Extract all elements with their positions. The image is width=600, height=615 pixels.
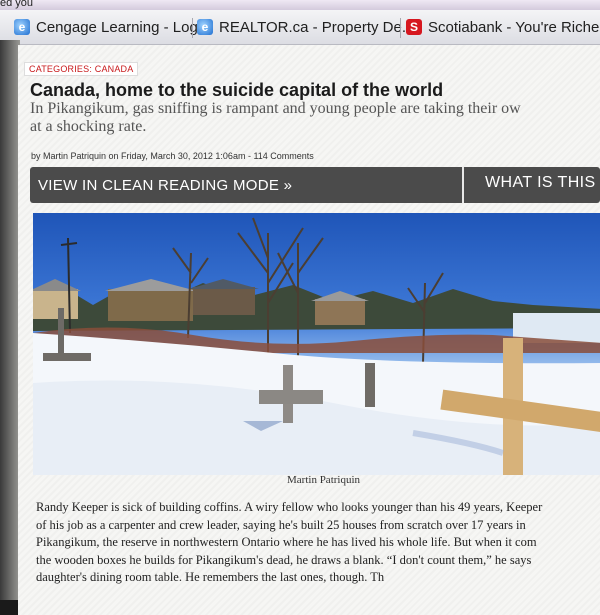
article-title: Canada, home to the suicide capital of t… (30, 80, 444, 100)
favorite-label: Cengage Learning - Login (36, 18, 210, 36)
reading-bar-divider (462, 167, 464, 203)
subtitle-line: at a shocking rate. (30, 118, 147, 135)
article-body: Randy Keeper is sick of building coffins… (36, 499, 600, 587)
scotiabank-icon: S (406, 19, 422, 35)
favorite-label: Scotiabank - You're Riche (428, 18, 600, 36)
article-subtitle: In Pikangikum, gas sniffing is rampant a… (30, 100, 600, 136)
favorites-separator (400, 18, 401, 38)
favorites-separator (192, 18, 193, 38)
monitor-bezel-edge (0, 40, 20, 600)
favorite-scotiabank[interactable]: S Scotiabank - You're Riche (406, 16, 599, 38)
favorite-label: REALTOR.ca - Property De... (219, 18, 415, 36)
article-byline: by Martin Patriquin on Friday, March 30,… (31, 151, 314, 161)
favorites-bar: e Cengage Learning - Login e REALTOR.ca … (0, 10, 600, 45)
reading-mode-bar: VIEW IN CLEAN READING MODE » WHAT IS THI… (30, 167, 600, 203)
body-line: of his job as a carpenter and crew leade… (36, 517, 526, 532)
category-badge[interactable]: CATEGORIES: CANADA (24, 62, 139, 76)
what-is-this-link[interactable]: WHAT IS THIS (485, 174, 596, 192)
ie-page-icon: e (197, 19, 213, 35)
body-line: the wooden boxes he builds for Pikangiku… (36, 552, 532, 567)
ie-page-icon: e (14, 19, 30, 35)
favorite-cengage[interactable]: e Cengage Learning - Login (14, 16, 209, 38)
clean-reading-mode-button[interactable]: VIEW IN CLEAN READING MODE » (38, 177, 292, 194)
snowy-reserve-photo (33, 217, 600, 475)
article-photo (33, 213, 600, 475)
subtitle-line: In Pikangikum, gas sniffing is rampant a… (30, 100, 521, 117)
favorite-realtor[interactable]: e REALTOR.ca - Property De... (197, 16, 414, 38)
body-line: daughter's dining room table. He remembe… (36, 570, 385, 584)
body-line: Pikangikum, the reserve in northwestern … (36, 535, 537, 549)
photo-caption: Martin Patriquin (287, 474, 361, 486)
body-line: Randy Keeper is sick of building coffins… (36, 500, 543, 514)
partial-tab-label[interactable]: ed you (0, 0, 33, 9)
